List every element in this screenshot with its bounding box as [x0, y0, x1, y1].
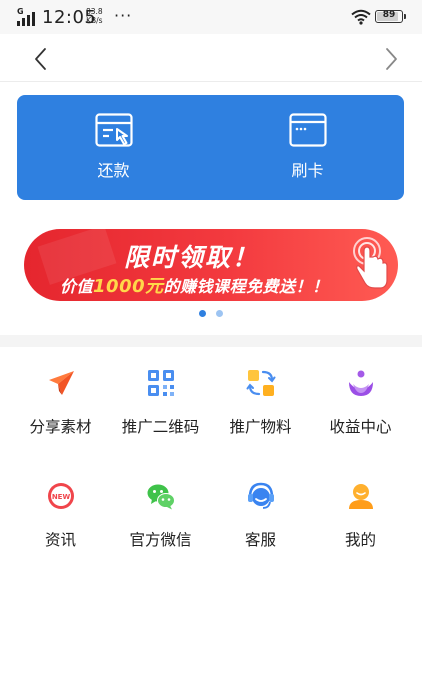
- income-icon: [349, 370, 373, 396]
- grid-item-news[interactable]: NEW 资讯: [8, 481, 113, 571]
- network-type: G: [17, 7, 24, 16]
- grid-item-label: 我的: [344, 531, 376, 549]
- forward-button[interactable]: [376, 44, 406, 74]
- banner-subtitle-highlight: 1000元: [93, 276, 164, 297]
- grid-item-label: 客服: [244, 531, 276, 549]
- back-button[interactable]: [26, 44, 56, 74]
- banner-subtitle-suffix: 的赚钱课程免费送！！: [163, 277, 329, 296]
- banner-subtitle-prefix: 价值: [60, 277, 94, 296]
- network-speed: 83.8 KB/s: [86, 7, 103, 25]
- banner-pager: [0, 310, 422, 318]
- pager-dot-active[interactable]: [199, 310, 206, 317]
- customer-service-icon: [248, 482, 274, 509]
- qr-code-icon: [148, 370, 174, 396]
- quick-action-card: 还款 刷卡: [17, 95, 404, 200]
- grid-item-customer-service[interactable]: 客服: [208, 481, 313, 571]
- materials-icon: [246, 370, 276, 396]
- swipe-card-label: 刷卡: [291, 161, 324, 180]
- network-speed-value: 83.8: [86, 7, 103, 16]
- repay-label: 还款: [97, 161, 130, 180]
- promo-banner[interactable]: 限时领取！ 价值1000元的赚钱课程免费送！！: [24, 229, 398, 301]
- battery-icon: 89: [375, 10, 406, 23]
- card-window-icon: [289, 113, 327, 147]
- signal-icon: G: [17, 7, 37, 26]
- paper-plane-icon: [49, 371, 74, 395]
- grid-item-official-wechat[interactable]: 官方微信: [108, 481, 213, 571]
- wechat-icon: [147, 484, 175, 510]
- grid-item-label: 收益中心: [329, 418, 392, 436]
- profile-icon: [349, 484, 373, 509]
- grid-item-label: 推广物料: [229, 418, 292, 436]
- banner-title: 限时领取！: [124, 243, 260, 272]
- battery-level: 89: [382, 10, 396, 20]
- status-bar: G 12:05 83.8 KB/s ··· 89: [0, 0, 422, 34]
- grid-item-label: 推广二维码: [121, 418, 200, 436]
- chevron-left-icon: [35, 48, 46, 70]
- navigation-bar: [0, 34, 422, 82]
- grid-item-promo-materials[interactable]: 推广物料: [208, 368, 313, 458]
- grid-item-mine[interactable]: 我的: [308, 481, 413, 571]
- chevron-right-icon: [386, 48, 397, 70]
- grid-item-income-center[interactable]: 收益中心: [308, 368, 413, 458]
- svg-text:NEW: NEW: [52, 493, 71, 501]
- network-speed-unit: KB/s: [86, 16, 103, 25]
- grid-item-qr-code[interactable]: 推广二维码: [108, 368, 213, 458]
- more-notifications-icon: ···: [114, 6, 133, 25]
- grid-item-label: 官方微信: [129, 531, 192, 549]
- pager-dot[interactable]: [216, 310, 223, 317]
- section-divider: [0, 335, 422, 347]
- news-icon: NEW: [48, 483, 74, 509]
- repay-button[interactable]: 还款: [17, 95, 210, 200]
- grid-item-label: 分享素材: [29, 418, 92, 436]
- tap-hand-icon: [353, 237, 388, 289]
- grid-item-label: 资讯: [44, 531, 76, 549]
- banner-subtitle: 价值1000元的赚钱课程免费送！！: [60, 272, 329, 298]
- wifi-icon: [351, 9, 371, 25]
- swipe-card-button[interactable]: 刷卡: [211, 95, 404, 200]
- repay-window-icon: [95, 113, 133, 147]
- grid-item-share-materials[interactable]: 分享素材: [8, 368, 113, 458]
